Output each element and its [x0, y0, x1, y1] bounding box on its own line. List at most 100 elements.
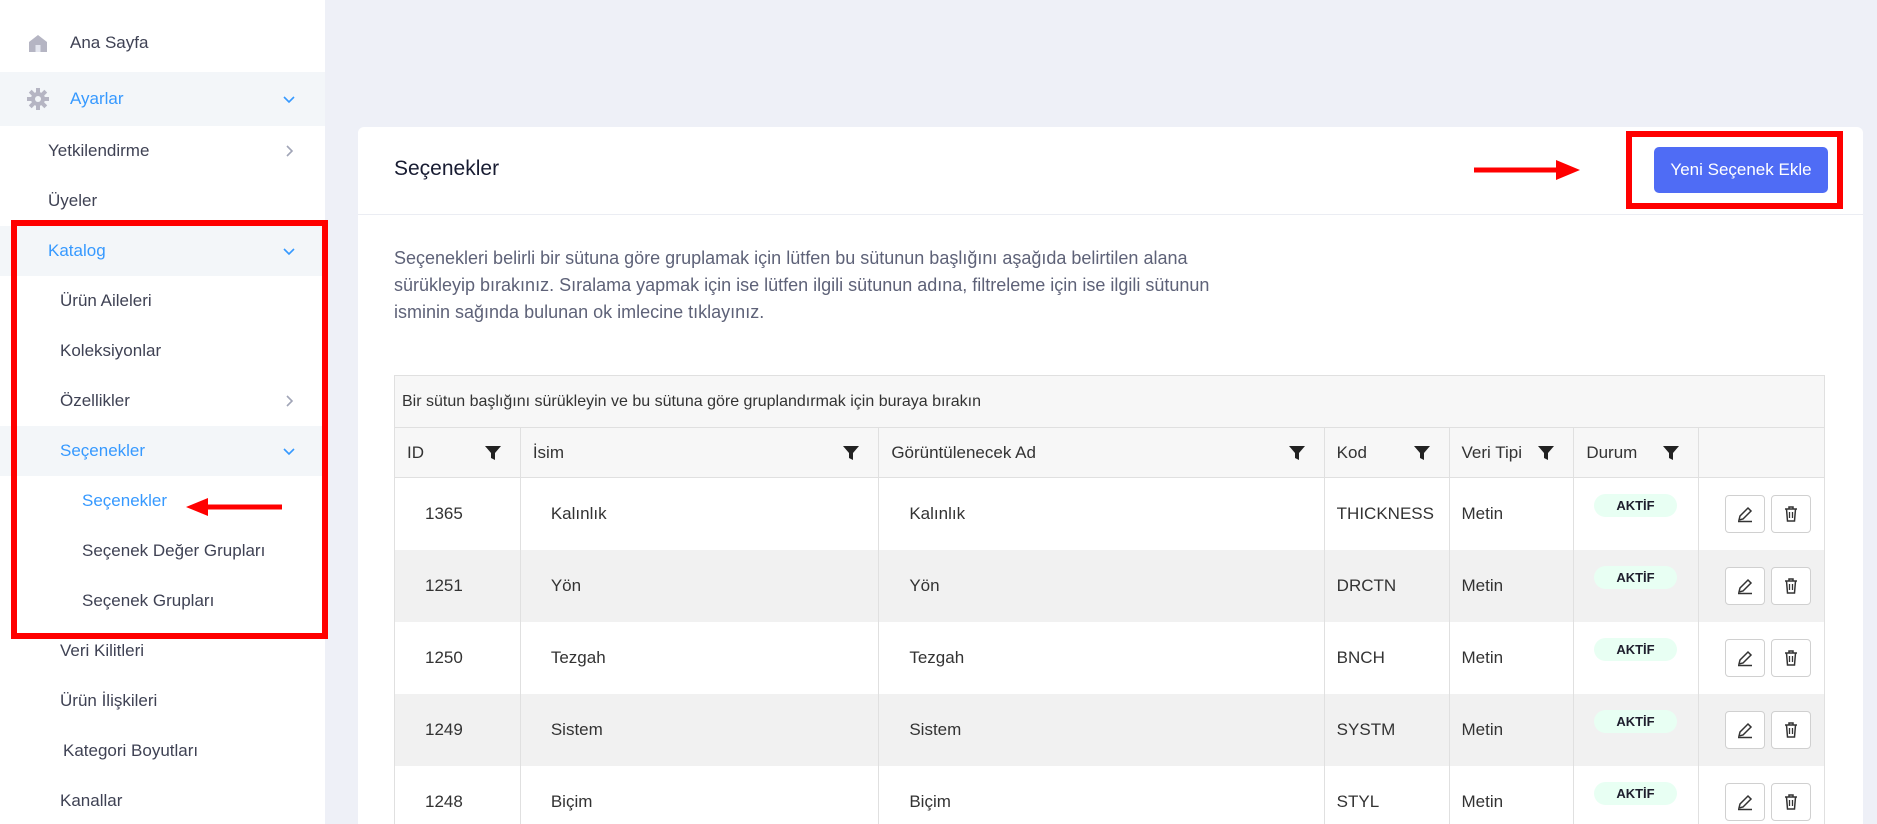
table-cell-name: Kalınlık [521, 478, 880, 550]
options-grid: Bir sütun başlığını sürükleyin ve bu süt… [394, 375, 1825, 824]
sidebar-item-label: Kanallar [60, 791, 123, 810]
column-header-label: İsim [532, 442, 564, 462]
sidebar-item-channels[interactable]: Kanallar [0, 776, 325, 824]
table-cell-name: Sistem [521, 694, 880, 766]
description-text: Seçenekleri belirli bir sütuna göre grup… [394, 248, 1210, 322]
filter-icon[interactable] [1288, 444, 1306, 462]
table-cell-type: Metin [1450, 694, 1575, 766]
column-header-label: Veri Tipi [1461, 442, 1522, 462]
sidebar-item-label: Ürün İlişkileri [60, 691, 158, 710]
table-cell-display: Yön [879, 550, 1325, 622]
trash-icon [1785, 722, 1798, 738]
column-header-actions [1699, 428, 1824, 477]
delete-button[interactable] [1771, 495, 1812, 533]
status-badge: AKTİF [1594, 565, 1677, 589]
sidebar-item-product-relations[interactable]: Ürün İlişkileri [0, 676, 325, 726]
edit-icon [1738, 650, 1753, 667]
main-card: Seçenekler Yeni Seçenek Ekle Seçenekleri… [358, 127, 1863, 824]
filter-icon[interactable] [842, 444, 860, 462]
edit-icon [1738, 722, 1753, 739]
status-badge: AKTİF [1594, 781, 1677, 805]
column-header-id[interactable]: ID [395, 428, 521, 477]
table-cell-type: Metin [1450, 550, 1575, 622]
table-cell-type: Metin [1450, 622, 1575, 694]
table-cell-actions [1699, 550, 1824, 622]
gear-icon [27, 88, 49, 110]
trash-icon [1785, 578, 1798, 594]
edit-button[interactable] [1725, 711, 1766, 749]
delete-button[interactable] [1771, 783, 1812, 821]
table-cell-id: 1365 [395, 478, 521, 550]
table-cell-id: 1250 [395, 622, 521, 694]
filter-icon[interactable] [1413, 444, 1431, 462]
table-row[interactable]: 1250 Tezgah Tezgah BNCH Metin AKTİF [395, 622, 1824, 694]
table-cell-display: Biçim [879, 766, 1325, 824]
chevron-right-icon [286, 145, 294, 157]
status-badge: AKTİF [1594, 709, 1677, 733]
delete-button[interactable] [1771, 639, 1812, 677]
sidebar-item-home[interactable]: Ana Sayfa [0, 18, 325, 68]
column-header-display-name[interactable]: Görüntülenecek Ad [879, 428, 1325, 477]
sidebar-item-label: Veri Kilitleri [60, 641, 145, 660]
sidebar-item-label: Üyeler [48, 191, 98, 210]
table-cell-name: Yön [521, 550, 880, 622]
edit-button[interactable] [1725, 783, 1766, 821]
annotation-highlight-box [1626, 131, 1843, 209]
delete-button[interactable] [1771, 567, 1812, 605]
table-cell-display: Tezgah [879, 622, 1325, 694]
column-header-code[interactable]: Kod [1325, 428, 1450, 477]
group-panel[interactable]: Bir sütun başlığını sürükleyin ve bu süt… [395, 376, 1824, 428]
table-row[interactable]: 1251 Yön Yön DRCTN Metin AKTİF [395, 550, 1824, 622]
table-cell-code: SYSTM [1325, 694, 1450, 766]
status-badge: AKTİF [1594, 637, 1677, 661]
table-cell-display: Kalınlık [879, 478, 1325, 550]
annotation-highlight-box [11, 220, 328, 639]
home-icon [29, 35, 47, 52]
sidebar-item-settings[interactable]: Ayarlar [0, 72, 325, 126]
table-cell-id: 1249 [395, 694, 521, 766]
table-cell-code: THICKNESS [1325, 478, 1450, 550]
column-header-label: ID [407, 442, 424, 462]
sidebar-item-category-dimensions[interactable]: Kategori Boyutları [0, 726, 325, 776]
table-cell-status: AKTİF [1574, 550, 1700, 622]
edit-button[interactable] [1725, 567, 1766, 605]
table-cell-display: Sistem [879, 694, 1325, 766]
table-cell-type: Metin [1450, 478, 1575, 550]
table-cell-status: AKTİF [1574, 478, 1700, 550]
grid-header: ID İsim Görüntülenecek Ad Kod Veri Tipi … [395, 428, 1824, 478]
filter-icon[interactable] [484, 444, 502, 462]
table-cell-name: Tezgah [521, 622, 880, 694]
page-title: Seçenekler [394, 157, 500, 180]
trash-icon [1785, 506, 1798, 522]
filter-icon[interactable] [1662, 444, 1680, 462]
table-row[interactable]: 1365 Kalınlık Kalınlık THICKNESS Metin AKTİF [395, 478, 1824, 550]
edit-button[interactable] [1725, 495, 1766, 533]
sidebar-item-members[interactable]: Üyeler [0, 176, 325, 226]
table-cell-actions [1699, 622, 1824, 694]
trash-icon [1785, 794, 1798, 810]
filter-icon[interactable] [1537, 444, 1555, 462]
table-cell-status: AKTİF [1574, 694, 1700, 766]
delete-button[interactable] [1771, 711, 1812, 749]
column-header-status[interactable]: Durum [1574, 428, 1700, 477]
edit-icon [1738, 578, 1753, 595]
edit-button[interactable] [1725, 639, 1766, 677]
column-header-name[interactable]: İsim [521, 428, 880, 477]
column-header-data-type[interactable]: Veri Tipi [1450, 428, 1575, 477]
table-cell-code: BNCH [1325, 622, 1450, 694]
table-row[interactable]: 1248 Biçim Biçim STYL Metin AKTİF [395, 766, 1824, 824]
sidebar-item-authorization[interactable]: Yetkilendirme [0, 126, 325, 176]
column-header-label: Durum [1586, 442, 1638, 462]
grid-body: 1365 Kalınlık Kalınlık THICKNESS Metin AKTİF 1… [395, 478, 1824, 824]
table-cell-code: STYL [1325, 766, 1450, 824]
annotation-arrow-icon [186, 498, 282, 516]
table-row[interactable]: 1249 Sistem Sistem SYSTM Metin AKTİF [395, 694, 1824, 766]
sidebar-item-label: Ana Sayfa [70, 33, 149, 52]
column-header-label: Görüntülenecek Ad [891, 442, 1036, 462]
table-cell-actions [1699, 766, 1824, 824]
sidebar-item-label: Yetkilendirme [48, 141, 150, 160]
table-cell-id: 1248 [395, 766, 521, 824]
table-cell-actions [1699, 694, 1824, 766]
edit-icon [1738, 794, 1753, 811]
annotation-arrow-icon [1474, 160, 1580, 180]
